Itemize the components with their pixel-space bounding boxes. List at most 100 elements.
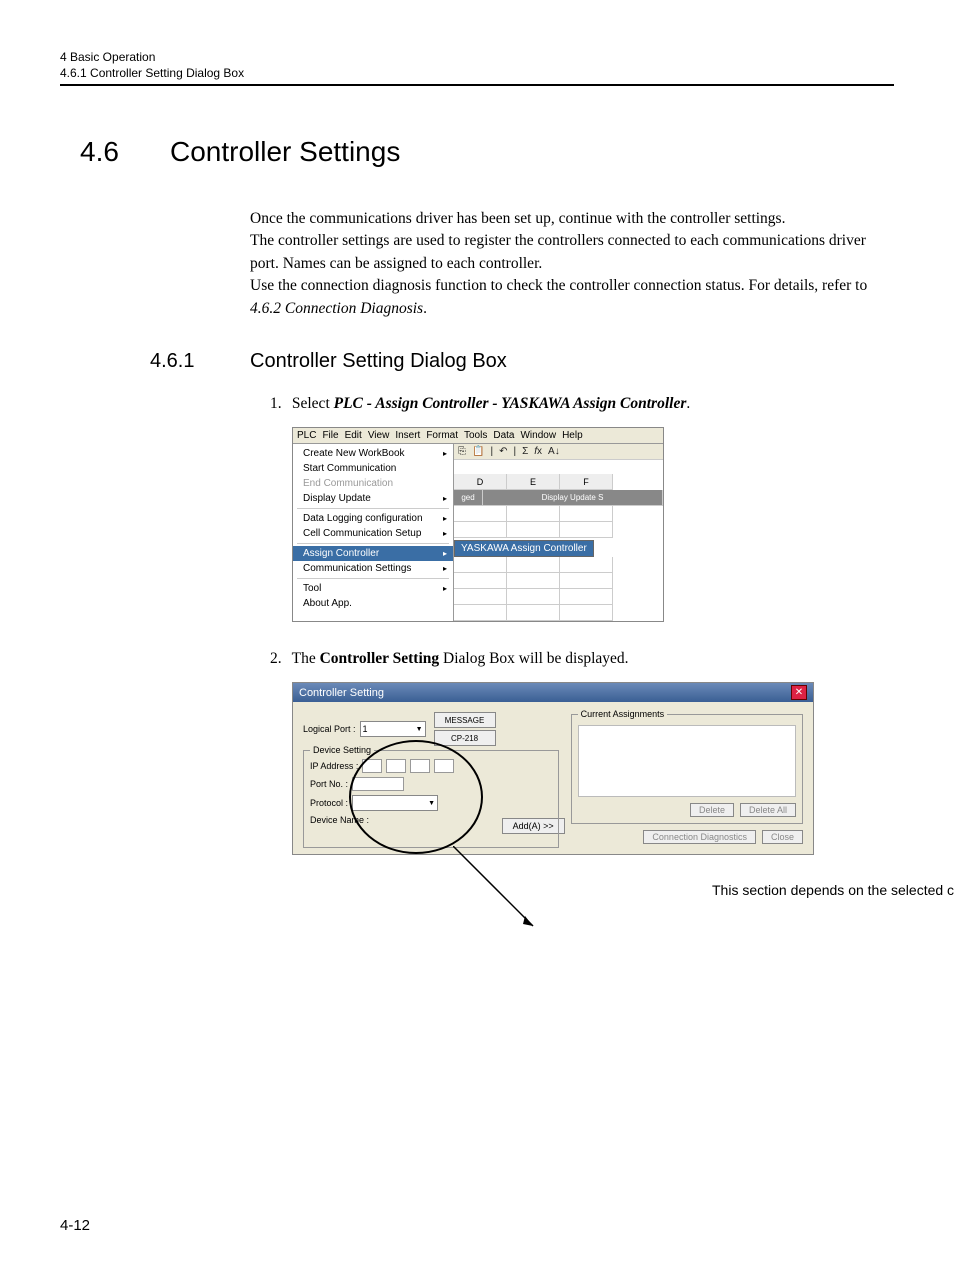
menu-item-start-comm[interactable]: Start Communication [293, 461, 453, 476]
header-rule [60, 84, 894, 86]
menubar-item-edit[interactable]: Edit [345, 430, 362, 441]
dialog-title: Controller Setting [299, 687, 384, 699]
menubar: PLC File Edit View Insert Format Tools D… [293, 428, 663, 444]
cell[interactable]: ged [454, 490, 483, 506]
menubar-item-help[interactable]: Help [562, 430, 583, 441]
heading-1-title: Controller Settings [170, 136, 400, 167]
col-header-d[interactable]: D [454, 474, 507, 490]
figure-menu-screenshot: PLC File Edit View Insert Format Tools D… [292, 427, 894, 622]
logical-port-combo[interactable]: 1▼ [360, 721, 426, 737]
menu-window: PLC File Edit View Insert Format Tools D… [292, 427, 664, 622]
intro-p2: The controller settings are used to regi… [250, 230, 894, 275]
step-1-menu-path: PLC - Assign Controller - YASKAWA Assign… [334, 395, 687, 412]
figure-dialog-screenshot: Controller Setting ✕ Logical Port : 1▼ M… [292, 682, 894, 855]
submenu-arrow-icon: ▸ [443, 514, 447, 523]
menubar-item-data[interactable]: Data [493, 430, 514, 441]
callout-arrow [453, 846, 543, 936]
submenu-arrow-icon: ▸ [443, 584, 447, 593]
step-2-dialog-name: Controller Setting [320, 650, 440, 667]
col-header-e[interactable]: E [507, 474, 560, 490]
heading-1-number: 4.6 [80, 136, 170, 168]
port-no-label: Port No. : [310, 779, 348, 789]
running-header-chapter: 4 Basic Operation [60, 50, 894, 64]
column-headers: D E F [454, 474, 663, 490]
toolbar: ⎘ 📋 | ↶ | Σ fx A↓ [454, 444, 663, 460]
menu-item-comm-settings[interactable]: Communication Settings▸ [293, 561, 453, 576]
callout-text: This section depends on the selected com… [712, 882, 954, 898]
delete-button[interactable]: Delete [690, 803, 734, 817]
chevron-down-icon: ▼ [416, 726, 423, 733]
undo-icon[interactable]: ↶ [499, 446, 507, 457]
protocol-label: Protocol : [310, 798, 348, 808]
menu-item-about-app[interactable]: About App. [293, 596, 453, 611]
menu-item-cell-comm-setup[interactable]: Cell Communication Setup▸ [293, 526, 453, 541]
submenu-arrow-icon: ▸ [443, 549, 447, 558]
submenu-arrow-icon: ▸ [443, 564, 447, 573]
spreadsheet-area: ⎘ 📋 | ↶ | Σ fx A↓ D E F [454, 444, 663, 621]
ip-octet-2[interactable] [386, 759, 406, 773]
dialog-titlebar: Controller Setting ✕ [293, 683, 813, 702]
menu-separator [297, 543, 449, 544]
close-button[interactable]: Close [762, 830, 803, 844]
device-name-label: Device Name : [310, 815, 369, 825]
menubar-item-tools[interactable]: Tools [464, 430, 487, 441]
col-header-f[interactable]: F [560, 474, 613, 490]
menu-item-create-workbook[interactable]: Create New WorkBook▸ [293, 446, 453, 461]
submenu-item-yaskawa-assign[interactable]: YASKAWA Assign Controller [454, 540, 594, 557]
page-number: 4-12 [60, 1217, 90, 1234]
menubar-item-plc[interactable]: PLC [297, 430, 316, 441]
protocol-combo[interactable]: ▼ [352, 795, 438, 811]
autosum-icon[interactable]: Σ [522, 446, 528, 457]
menubar-item-insert[interactable]: Insert [395, 430, 420, 441]
menubar-item-format[interactable]: Format [426, 430, 458, 441]
ip-address-label: IP Address : [310, 761, 358, 771]
heading-1: 4.6Controller Settings [80, 136, 894, 168]
port-no-input[interactable] [352, 777, 404, 791]
chevron-down-icon: ▼ [428, 800, 435, 807]
intro-paragraphs: Once the communications driver has been … [250, 208, 894, 320]
logical-port-label: Logical Port : [303, 724, 356, 734]
menubar-item-file[interactable]: File [322, 430, 338, 441]
step-2: 2. The Controller Setting Dialog Box wil… [270, 650, 894, 668]
paste-icon[interactable]: 📋 [472, 446, 484, 457]
tab-message[interactable]: MESSAGE [434, 712, 496, 728]
ip-octet-1[interactable] [362, 759, 382, 773]
intro-p1: Once the communications driver has been … [250, 208, 894, 230]
submenu-arrow-icon: ▸ [443, 449, 447, 458]
function-icon[interactable]: fx [534, 446, 542, 457]
copy-icon[interactable]: ⎘ [458, 446, 466, 457]
step-1: 1. Select PLC - Assign Controller - YASK… [270, 395, 894, 413]
device-setting-legend: Device Setting [310, 745, 374, 755]
submenu-arrow-icon: ▸ [443, 529, 447, 538]
device-setting-group: Device Setting IP Address : Port No. : P… [303, 750, 559, 848]
close-icon[interactable]: ✕ [791, 685, 807, 700]
assignments-listbox[interactable] [578, 725, 796, 797]
cell[interactable]: Display Update S [483, 490, 663, 506]
menu-item-tool[interactable]: Tool▸ [293, 581, 453, 596]
menu-item-display-update[interactable]: Display Update▸ [293, 491, 453, 506]
ip-octet-3[interactable] [410, 759, 430, 773]
heading-2-title: Controller Setting Dialog Box [250, 350, 507, 372]
connection-diagnostics-button[interactable]: Connection Diagnostics [643, 830, 756, 844]
tab-cp218[interactable]: CP-218 [434, 730, 496, 746]
intro-crossref: 4.6.2 Connection Diagnosis [250, 300, 423, 317]
controller-setting-dialog: Controller Setting ✕ Logical Port : 1▼ M… [292, 682, 814, 855]
submenu-arrow-icon: ▸ [443, 494, 447, 503]
plc-dropdown-menu: Create New WorkBook▸ Start Communication… [293, 444, 454, 621]
menubar-item-window[interactable]: Window [520, 430, 556, 441]
current-assignments-group: Current Assignments Delete Delete All [571, 714, 803, 824]
menu-separator [297, 508, 449, 509]
heading-2: 4.6.1Controller Setting Dialog Box [150, 350, 894, 373]
intro-p3: Use the connection diagnosis function to… [250, 275, 894, 320]
menu-separator [297, 578, 449, 579]
running-header-section: 4.6.1 Controller Setting Dialog Box [60, 66, 894, 80]
current-assignments-legend: Current Assignments [578, 709, 668, 719]
sort-icon[interactable]: A↓ [548, 446, 560, 457]
menu-item-data-logging[interactable]: Data Logging configuration▸ [293, 511, 453, 526]
menu-item-end-comm: End Communication [293, 476, 453, 491]
menu-item-assign-controller[interactable]: Assign Controller▸ [293, 546, 453, 561]
ip-octet-4[interactable] [434, 759, 454, 773]
heading-2-number: 4.6.1 [150, 350, 250, 373]
menubar-item-view[interactable]: View [368, 430, 390, 441]
delete-all-button[interactable]: Delete All [740, 803, 796, 817]
